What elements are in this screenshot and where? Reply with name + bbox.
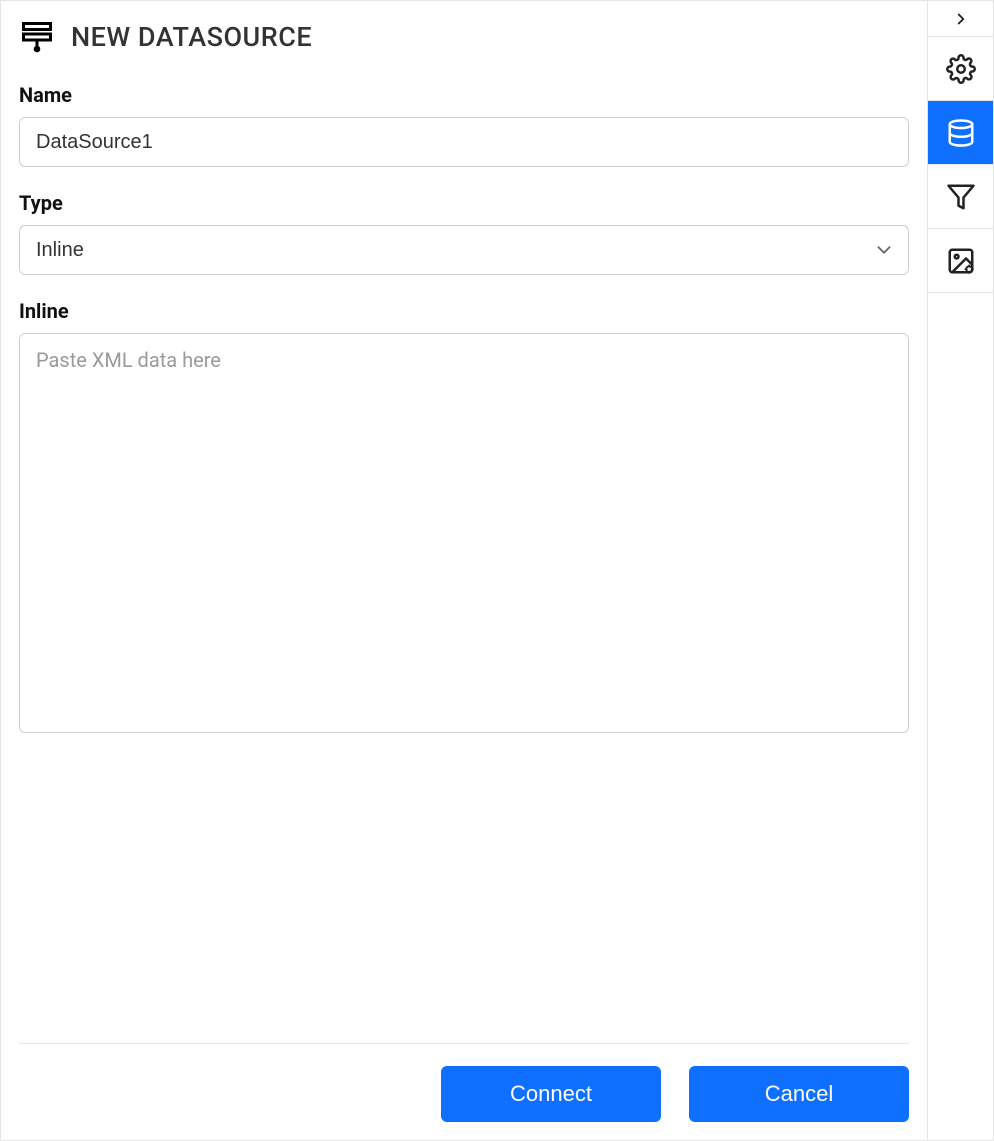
sidebar-item-image[interactable] [928,229,993,293]
panel-header: NEW DATASOURCE [19,19,909,55]
sidebar-item-data[interactable] [928,101,993,165]
right-sidebar [927,1,993,1140]
inline-textarea[interactable] [19,333,909,733]
gear-icon [946,54,976,84]
chevron-right-icon [952,10,970,28]
sidebar-item-settings[interactable] [928,37,993,101]
type-select-wrap: Inline [19,225,909,275]
cancel-button[interactable]: Cancel [689,1066,909,1122]
type-field-group: Type Inline [19,191,909,275]
panel-title: NEW DATASOURCE [71,21,312,53]
inline-label: Inline [19,299,909,323]
name-label: Name [19,83,909,107]
main-panel: NEW DATASOURCE Name Type Inline Inline C… [1,1,927,1140]
connect-button[interactable]: Connect [441,1066,661,1122]
datasource-icon [19,19,55,55]
name-input[interactable] [19,117,909,167]
type-select[interactable]: Inline [19,225,909,275]
type-label: Type [19,191,909,215]
inline-field-group: Inline [19,299,909,737]
type-select-value: Inline [36,239,84,262]
name-field-group: Name [19,83,909,167]
funnel-icon [946,182,976,212]
sidebar-collapse[interactable] [928,1,993,37]
image-settings-icon [946,246,976,276]
footer-bar: Connect Cancel [19,1043,909,1122]
database-icon [946,118,976,148]
sidebar-item-filter[interactable] [928,165,993,229]
